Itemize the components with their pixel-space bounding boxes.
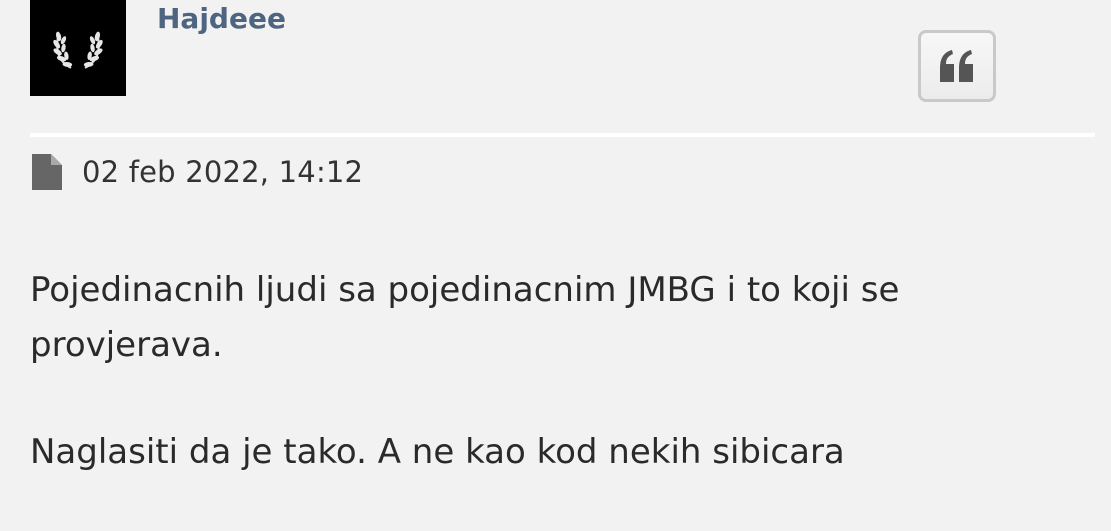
quote-button[interactable] (918, 30, 996, 102)
post-body: Pojedinacnih ljudi sa pojedinacnim JMBG … (30, 263, 1070, 480)
author-username[interactable]: Hajdeee (157, 2, 286, 36)
post-header-divider (30, 133, 1095, 137)
post-meta: 02 feb 2022, 14:12 (30, 152, 363, 192)
post-body-line: Naglasiti da je tako. A ne kao kod nekih… (30, 432, 845, 472)
avatar[interactable] (30, 0, 126, 96)
laurel-wreath-icon (53, 31, 103, 69)
post-timestamp[interactable]: 02 feb 2022, 14:12 (82, 155, 363, 189)
file-icon (32, 154, 62, 190)
post-body-line: Pojedinacnih ljudi sa pojedinacnim JMBG … (30, 270, 900, 365)
quote-icon (940, 50, 973, 82)
